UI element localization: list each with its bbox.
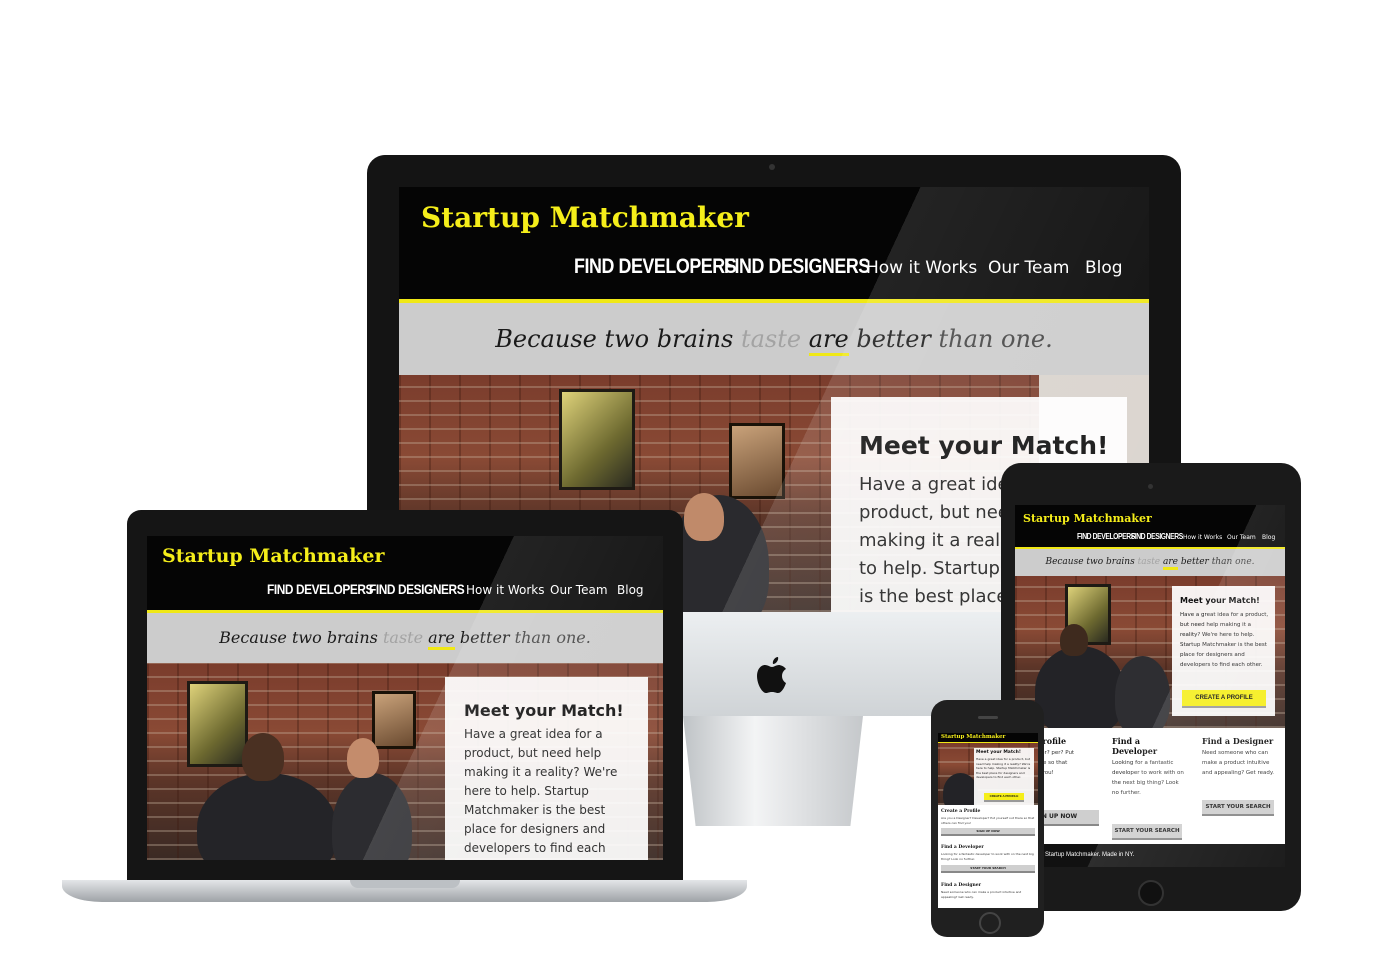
site-logo[interactable]: Startup Matchmaker bbox=[1023, 512, 1152, 525]
feature-columns: te a Profile a Designer? per? Put yourse… bbox=[1015, 728, 1285, 844]
nav-our-team[interactable]: Our Team bbox=[550, 583, 617, 597]
hero-heading: Meet your Match! bbox=[464, 701, 624, 720]
site-header: Startup Matchmaker bbox=[938, 733, 1038, 742]
site-logo[interactable]: Startup Matchmaker bbox=[941, 734, 1005, 740]
feature-create-profile: Create a Profile Are you a Designer? Dev… bbox=[941, 809, 1035, 834]
sign-up-button[interactable]: SIGN UP NOW bbox=[941, 828, 1035, 834]
imac-camera bbox=[769, 164, 775, 170]
site-logo[interactable]: Startup Matchmaker bbox=[162, 545, 385, 567]
site-header: Startup Matchmaker FIND DEVELOPERS FIND … bbox=[399, 187, 1149, 299]
site-footer: Startup Matchmaker. Made in NY. bbox=[1015, 844, 1285, 867]
nav-how-it-works[interactable]: How it Works bbox=[866, 258, 988, 278]
feature-find-developer: Find a Developer Looking for a fantastic… bbox=[941, 845, 1035, 871]
nav-find-designers[interactable]: FIND DESIGNERS bbox=[724, 255, 870, 279]
hero-image: Meet your Match! Have a great idea for a… bbox=[1015, 576, 1285, 728]
laptop-screen: Startup Matchmaker FIND DEVELOPERS FIND … bbox=[147, 536, 663, 860]
hero-body: Have a great idea for a product, but nee… bbox=[464, 727, 618, 855]
nav-how-it-works[interactable]: How it Works bbox=[466, 583, 550, 597]
hero-card: Meet your Match! Have a great idea for a… bbox=[445, 677, 648, 860]
nav-find-designers[interactable]: FIND DESIGNERS bbox=[369, 581, 465, 597]
site-header: Startup Matchmaker FIND DEVELOPERS FIND … bbox=[147, 536, 663, 610]
nav-blog[interactable]: Blog bbox=[1262, 534, 1275, 541]
hero-image: Meet your Match! Have a great idea for a… bbox=[938, 743, 1038, 805]
nav-blog[interactable]: Blog bbox=[1085, 258, 1123, 278]
create-profile-button[interactable]: CREATE A PROFILE bbox=[984, 793, 1024, 800]
site-header: Startup Matchmaker FIND DEVELOPERS FIND … bbox=[1015, 505, 1285, 547]
imac-stand bbox=[683, 716, 863, 826]
hero-heading: Meet your Match! bbox=[859, 431, 1109, 460]
tagline: Because two brains taste are better than… bbox=[399, 303, 1149, 375]
laptop-notch bbox=[350, 880, 460, 888]
nav-our-team[interactable]: Our Team bbox=[988, 258, 1085, 278]
feature-find-developer: Find a Developer Looking for a fantastic… bbox=[1112, 736, 1192, 838]
hero-body: Have a great idea for a product, but nee… bbox=[1180, 612, 1269, 668]
nav-find-developers[interactable]: FIND DEVELOPERS bbox=[574, 255, 737, 279]
tablet-camera bbox=[1148, 484, 1153, 489]
nav-find-developers[interactable]: FIND DEVELOPERS bbox=[1077, 532, 1135, 541]
create-profile-button[interactable]: CREATE A PROFILE bbox=[1182, 690, 1266, 706]
nav-find-developers[interactable]: FIND DEVELOPERS bbox=[267, 581, 373, 597]
hero-body: Have a great idea for a product, but nee… bbox=[976, 757, 1031, 779]
feature-find-designer: Find a Designer Need someone who can mak… bbox=[1202, 736, 1282, 814]
phone-screen: Startup Matchmaker Meet your Match! Have… bbox=[938, 733, 1038, 908]
hero-card: Meet your Match! Have a great idea for a… bbox=[974, 748, 1034, 805]
hero-heading: Meet your Match! bbox=[1180, 596, 1260, 605]
hero-heading: Meet your Match! bbox=[976, 750, 1021, 755]
designer-search-button[interactable]: START YOUR SEARCH bbox=[1202, 800, 1274, 814]
main-nav: FIND DEVELOPERS FIND DESIGNERS How it Wo… bbox=[574, 255, 1123, 279]
site-logo[interactable]: Startup Matchmaker bbox=[421, 201, 749, 234]
developer-search-button[interactable]: START YOUR SEARCH bbox=[1112, 824, 1182, 838]
developer-search-button[interactable]: START YOUR SEARCH bbox=[941, 865, 1035, 871]
main-nav: FIND DEVELOPERS FIND DESIGNERS How it Wo… bbox=[1077, 532, 1275, 541]
tablet-screen: Startup Matchmaker FIND DEVELOPERS FIND … bbox=[1015, 505, 1285, 867]
nav-how-it-works[interactable]: How it Works bbox=[1183, 534, 1227, 541]
tablet-home-button[interactable] bbox=[1138, 880, 1164, 906]
feature-find-designer: Find a Designer Need someone who can mak… bbox=[941, 883, 1022, 899]
tagline: Because two brains taste are better than… bbox=[1015, 549, 1285, 576]
main-nav: FIND DEVELOPERS FIND DESIGNERS How it Wo… bbox=[267, 581, 644, 597]
hero-card: Meet your Match! Have a great idea for a… bbox=[1172, 586, 1275, 716]
hero-image: Meet your Match! Have a great idea for a… bbox=[147, 663, 663, 860]
nav-find-designers[interactable]: FIND DESIGNERS bbox=[1131, 532, 1183, 541]
phone-home-button[interactable] bbox=[979, 912, 1001, 934]
apple-logo-icon bbox=[757, 657, 786, 693]
nav-our-team[interactable]: Our Team bbox=[1227, 534, 1262, 541]
tagline: Because two brains taste are better than… bbox=[147, 613, 663, 663]
nav-blog[interactable]: Blog bbox=[617, 583, 644, 597]
feature-stack: Create a Profile Are you a Designer? Dev… bbox=[938, 805, 1038, 908]
phone-speaker bbox=[978, 716, 998, 719]
